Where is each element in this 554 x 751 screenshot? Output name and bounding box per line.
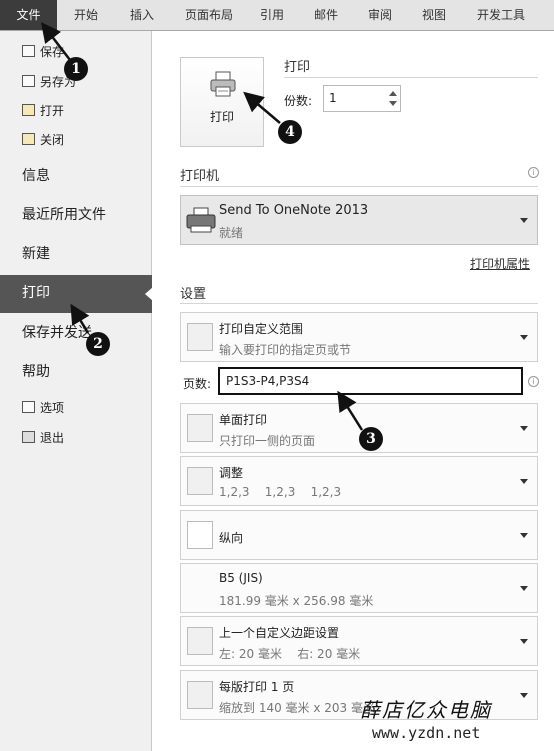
- exit-icon: [22, 431, 35, 443]
- copies-stepper[interactable]: 1: [323, 85, 401, 112]
- collate-dropdown[interactable]: 调整 1,2,3 1,2,3 1,2,3: [180, 456, 538, 506]
- collate-desc: 1,2,3 1,2,3 1,2,3: [219, 485, 342, 499]
- printer-device-icon: [186, 207, 216, 233]
- printer-dropdown[interactable]: Send To OneNote 2013 就绪: [180, 195, 538, 245]
- nav-open[interactable]: 打开: [22, 100, 64, 122]
- collate-title: 调整: [219, 466, 244, 480]
- watermark-url: www.yzdn.net: [372, 724, 481, 742]
- info-icon[interactable]: i: [528, 376, 539, 387]
- nav-close[interactable]: 关闭: [22, 129, 64, 151]
- margins-dropdown[interactable]: 上一个自定义边距设置 左: 20 毫米 右: 20 毫米: [180, 616, 538, 666]
- chevron-down-icon: [520, 479, 528, 484]
- printer-section-title: 打印机: [180, 169, 220, 184]
- paper-desc: 181.99 毫米 x 256.98 毫米: [219, 594, 374, 608]
- print-panel: 打印 打印 份数: 1 打印机 i Send To OneNote 2013 就…: [153, 31, 554, 751]
- spin-down-icon[interactable]: [389, 101, 397, 106]
- copies-value: 1: [329, 91, 337, 105]
- nav-exit[interactable]: 退出: [22, 427, 64, 449]
- nav-exit-label: 退出: [40, 431, 65, 445]
- tab-references[interactable]: 引用: [252, 0, 292, 30]
- watermark-text: 薛店亿众电脑: [360, 698, 492, 722]
- callout-4: 4: [278, 120, 302, 144]
- sided-desc: 只打印一侧的页面: [219, 434, 316, 448]
- backstage-nav: 保存 另存为 打开 关闭 信息 最近所用文件 新建 打印 保存并发送 帮助 选项…: [0, 31, 153, 751]
- options-icon: [22, 401, 35, 413]
- range-title: 打印自定义范围: [219, 322, 304, 336]
- spin-up-icon[interactable]: [389, 91, 397, 96]
- tab-view[interactable]: 视图: [414, 0, 454, 30]
- print-section-title: 打印: [284, 60, 311, 75]
- nav-new[interactable]: 新建: [22, 242, 50, 266]
- range-desc: 输入要打印的指定页或节: [219, 343, 352, 357]
- nav-save-send[interactable]: 保存并发送: [22, 321, 92, 345]
- pages-input[interactable]: P1S3-P4,P3S4: [218, 367, 523, 395]
- nav-save[interactable]: 保存: [22, 41, 64, 63]
- chevron-down-icon: [520, 639, 528, 644]
- print-range-dropdown[interactable]: 打印自定义范围 输入要打印的指定页或节: [180, 312, 538, 362]
- pages-label: 页数:: [183, 377, 212, 391]
- collate-icon: [187, 467, 213, 495]
- print-button[interactable]: 打印: [180, 57, 264, 147]
- nav-help[interactable]: 帮助: [22, 360, 50, 384]
- divider: [180, 303, 538, 304]
- chevron-down-icon: [520, 586, 528, 591]
- nav-close-label: 关闭: [40, 133, 65, 147]
- tab-file[interactable]: 文件: [0, 0, 57, 30]
- chevron-down-icon: [520, 335, 528, 340]
- single-sided-icon: [187, 414, 213, 442]
- callout-2: 2: [86, 332, 110, 356]
- portrait-icon: [187, 521, 213, 549]
- paper-size-dropdown[interactable]: B5 (JIS) 181.99 毫米 x 256.98 毫米: [180, 563, 538, 613]
- ribbon-tab-bar: 文件 开始 插入 页面布局 引用 邮件 审阅 视图 开发工具: [0, 0, 554, 31]
- settings-section-title: 设置: [180, 287, 207, 302]
- folder-open-icon: [22, 104, 35, 116]
- tab-review[interactable]: 审阅: [360, 0, 400, 30]
- paper-title: B5 (JIS): [219, 571, 263, 585]
- tab-insert[interactable]: 插入: [120, 0, 164, 30]
- margin-title: 上一个自定义边距设置: [219, 626, 340, 640]
- nav-info[interactable]: 信息: [22, 164, 50, 188]
- sided-dropdown[interactable]: 单面打印 只打印一侧的页面: [180, 403, 538, 453]
- tab-home[interactable]: 开始: [64, 0, 108, 30]
- page-range-icon: [187, 323, 213, 351]
- divider: [284, 77, 538, 78]
- divider: [180, 186, 538, 187]
- nav-options[interactable]: 选项: [22, 397, 64, 419]
- orientation-label: 纵向: [219, 531, 244, 545]
- margins-icon: [187, 627, 213, 655]
- tab-developer[interactable]: 开发工具: [466, 0, 536, 30]
- margin-desc: 左: 20 毫米 右: 20 毫米: [219, 647, 361, 661]
- print-button-label: 打印: [209, 110, 234, 124]
- tab-page-layout[interactable]: 页面布局: [176, 0, 242, 30]
- nav-recent[interactable]: 最近所用文件: [22, 203, 106, 227]
- printer-icon: [210, 71, 236, 97]
- save-icon: [22, 45, 35, 57]
- chevron-down-icon: [520, 533, 528, 538]
- nav-print-selected[interactable]: 打印: [0, 275, 153, 313]
- nav-open-label: 打开: [40, 104, 65, 118]
- chevron-down-icon: [520, 693, 528, 698]
- callout-1: 1: [64, 57, 88, 81]
- chevron-down-icon: [520, 218, 528, 223]
- printer-status: 就绪: [219, 226, 244, 240]
- tab-mailings[interactable]: 邮件: [306, 0, 346, 30]
- save-as-icon: [22, 75, 35, 87]
- printer-properties-link[interactable]: 打印机属性: [470, 255, 530, 272]
- folder-close-icon: [22, 133, 35, 145]
- pps-desc: 缩放到 140 毫米 x 203 毫米: [219, 701, 375, 715]
- chevron-down-icon: [520, 426, 528, 431]
- printer-name: Send To OneNote 2013: [219, 203, 369, 218]
- pages-per-sheet-icon: [187, 681, 213, 709]
- callout-3: 3: [359, 427, 383, 451]
- nav-save-label: 保存: [40, 45, 65, 59]
- nav-options-label: 选项: [40, 401, 65, 415]
- pps-title: 每版打印 1 页: [219, 680, 295, 694]
- info-icon[interactable]: i: [528, 167, 539, 178]
- copies-label: 份数:: [284, 94, 313, 108]
- nav-print-label: 打印: [22, 285, 50, 301]
- pages-input-value: P1S3-P4,P3S4: [226, 374, 310, 388]
- sided-title: 单面打印: [219, 413, 268, 427]
- orientation-dropdown[interactable]: 纵向: [180, 510, 538, 560]
